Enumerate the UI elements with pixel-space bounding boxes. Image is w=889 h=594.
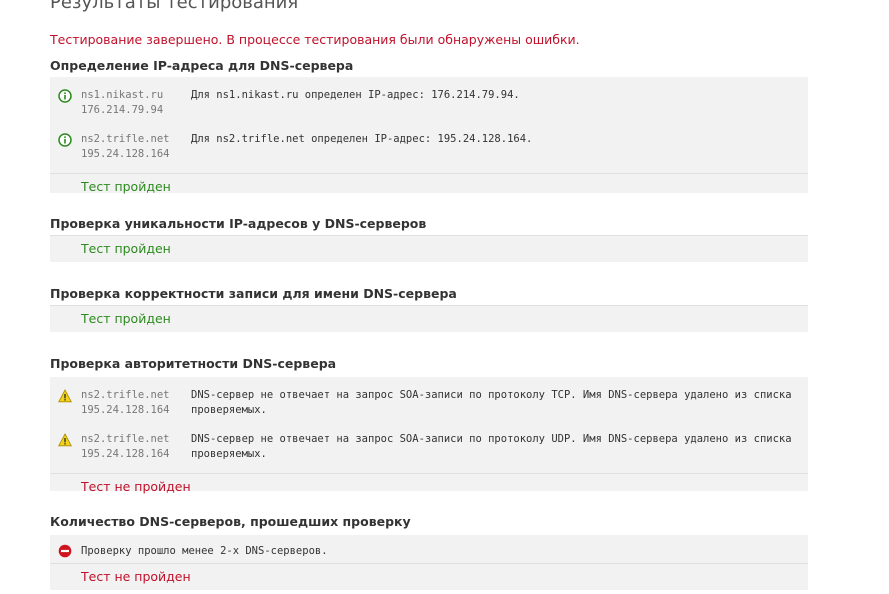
- test-result-status: Тест пройден: [50, 173, 808, 199]
- section-title-ip-resolve: Определение IP-адреса для DNS-сервера: [50, 58, 354, 73]
- server-ip: 195.24.128.164: [81, 404, 170, 416]
- test-summary: Тестирование завершено. В процессе тести…: [50, 32, 580, 47]
- test-result-status: Тест не пройден: [50, 563, 808, 589]
- section-authority: ns2.trifle.net 195.24.128.164 DNS-сервер…: [50, 377, 808, 494]
- error-icon: [58, 544, 72, 558]
- page-title: Результаты тестирования: [50, 0, 299, 13]
- row-message: DNS-сервер не отвечает на запрос SOA-зап…: [191, 433, 792, 460]
- test-result-status: Тест не пройден: [50, 473, 808, 499]
- server-hostname: ns2.trifle.net: [81, 433, 170, 445]
- server-hostname: ns1.nikast.ru: [81, 89, 164, 101]
- list-item: ns1.nikast.ru 176.214.79.94 Для ns1.nika…: [50, 85, 808, 129]
- section-title-server-count: Количество DNS-серверов, прошедших прове…: [50, 514, 411, 529]
- info-icon: [58, 89, 72, 103]
- test-result-status: Тест пройден: [50, 235, 808, 261]
- list-item: ns2.trifle.net 195.24.128.164 Для ns2.tr…: [50, 129, 808, 173]
- list-item: ns2.trifle.net 195.24.128.164 DNS-сервер…: [50, 385, 808, 429]
- server-ip: 195.24.128.164: [81, 148, 170, 160]
- row-message: DNS-сервер не отвечает на запрос SOA-зап…: [191, 389, 792, 416]
- section-title-authority: Проверка авторитетности DNS-сервера: [50, 356, 337, 371]
- row-message: Проверку прошло менее 2-х DNS-серверов.: [81, 545, 328, 557]
- server-ip: 195.24.128.164: [81, 448, 170, 460]
- server-hostname: ns2.trifle.net: [81, 133, 170, 145]
- section-ip-resolve: ns1.nikast.ru 176.214.79.94 Для ns1.nika…: [50, 77, 808, 194]
- section-title-ip-uniqueness: Проверка уникальности IP-адресов у DNS-с…: [50, 216, 427, 231]
- test-result-status: Тест пройден: [50, 305, 808, 331]
- section-title-name-record: Проверка корректности записи для имени D…: [50, 286, 457, 301]
- server-ip: 176.214.79.94: [81, 104, 164, 116]
- row-message: Для ns1.nikast.ru определен IP-адрес: 17…: [191, 89, 520, 101]
- server-hostname: ns2.trifle.net: [81, 389, 170, 401]
- section-ip-uniqueness: Тест пройден: [50, 235, 808, 262]
- row-message: Для ns2.trifle.net определен IP-адрес: 1…: [191, 133, 533, 145]
- section-name-record: Тест пройден: [50, 305, 808, 332]
- list-item: Проверку прошло менее 2-х DNS-серверов.: [50, 541, 808, 563]
- warning-icon: [58, 433, 72, 447]
- list-item: ns2.trifle.net 195.24.128.164 DNS-сервер…: [50, 429, 808, 473]
- section-server-count: Проверку прошло менее 2-х DNS-серверов. …: [50, 535, 808, 590]
- info-icon: [58, 133, 72, 147]
- warning-icon: [58, 389, 72, 403]
